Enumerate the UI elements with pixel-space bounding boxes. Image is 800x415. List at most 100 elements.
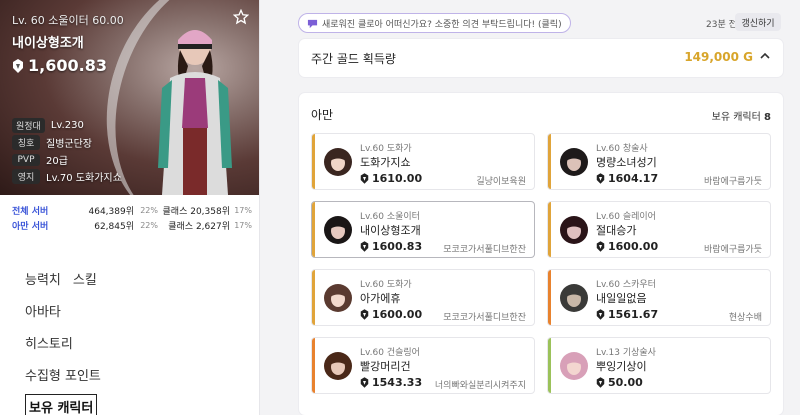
character-guild: 너의빠와실분리시켜주지 bbox=[434, 381, 526, 391]
info-value: Lv.70 도화가지쇼 bbox=[46, 173, 122, 184]
combat-power-icon bbox=[596, 309, 605, 320]
ranking-label: 아만 서버 bbox=[12, 222, 49, 232]
info-tag: 칭호 bbox=[12, 135, 40, 150]
server-ranking: 전체 서버 464,389위 22% 클래스 20,358위 17% 아만 서버… bbox=[12, 203, 252, 233]
character-card-accent bbox=[548, 270, 551, 325]
character-class-level: Lv.60 스카우터 bbox=[596, 280, 656, 290]
character-card-accent bbox=[548, 134, 551, 189]
character-name: 명량소녀성기 bbox=[596, 156, 657, 169]
character-class-level: Lv.13 기상술사 bbox=[596, 348, 656, 358]
owned-character-count: 보유 캐릭터 8 bbox=[712, 108, 771, 123]
character-avatar bbox=[560, 352, 588, 380]
character-profile-panel: Lv. 60 소울이터 60.00 내이상형조개 1,600.83 원정대 Lv… bbox=[0, 0, 260, 415]
character-name: 내이상형조개 bbox=[12, 36, 84, 51]
character-item-level: 1600.00 bbox=[596, 240, 658, 253]
character-hero-banner: Lv. 60 소울이터 60.00 내이상형조개 1,600.83 원정대 Lv… bbox=[0, 0, 259, 195]
combat-power-icon bbox=[13, 58, 23, 73]
character-item-level: 1561.67 bbox=[596, 308, 658, 321]
menu-item-stats[interactable]: 능력치 bbox=[25, 269, 61, 288]
weekly-gold-card[interactable]: 주간 골드 획득량 149,000 G bbox=[299, 39, 783, 77]
info-tag: 원정대 bbox=[12, 118, 45, 133]
character-card[interactable]: Lv.60 건슬링어 빨강머리건 1543.33 너의빠와실분리시켜주지 bbox=[311, 337, 535, 394]
info-row-pvp: PVP 20급 bbox=[12, 152, 68, 167]
character-item-level: 1600.83 bbox=[360, 240, 422, 253]
character-avatar bbox=[324, 284, 352, 312]
character-item-level: 1604.17 bbox=[596, 172, 658, 185]
character-card-accent bbox=[312, 270, 315, 325]
character-class-level: Lv.60 소울이터 bbox=[360, 212, 420, 222]
menu-item-label: 히스토리 bbox=[25, 336, 73, 352]
ranking-label: 전체 서버 bbox=[12, 207, 49, 217]
feedback-notice-text: 새로워진 클로아 어떠신가요? 소중한 의견 부탁드립니다! (클릭) bbox=[322, 19, 562, 30]
class-ranking-percent: 17% bbox=[234, 221, 252, 230]
character-name: 절대승가 bbox=[596, 224, 637, 237]
character-card[interactable]: Lv.60 창술사 명량소녀성기 1604.17 바람에구름가듯 bbox=[547, 133, 771, 190]
character-guild: 모코코가서풀디브한잔 bbox=[443, 245, 526, 255]
character-name: 아가에휴 bbox=[360, 292, 401, 305]
info-value: 20급 bbox=[46, 156, 68, 167]
ranking-percent: 22% bbox=[140, 206, 158, 215]
character-guild: 길냥이보육원 bbox=[476, 177, 526, 187]
ranking-value: 464,389위 bbox=[88, 207, 135, 217]
character-item-level: 50.00 bbox=[596, 376, 643, 389]
character-item-level-value: 50.00 bbox=[608, 376, 643, 389]
combat-power-icon bbox=[360, 173, 369, 184]
character-avatar bbox=[560, 148, 588, 176]
chevron-up-icon[interactable] bbox=[759, 50, 771, 62]
class-ranking-percent: 17% bbox=[234, 206, 252, 215]
character-guild: 모코코가서풀디브한잔 bbox=[443, 313, 526, 323]
combat-power-icon bbox=[360, 241, 369, 252]
info-row-expedition: 원정대 Lv.230 bbox=[12, 118, 84, 133]
menu-item-characters[interactable]: 보유 캐릭터 bbox=[25, 390, 245, 415]
character-avatar bbox=[324, 352, 352, 380]
combat-power-icon bbox=[360, 377, 369, 388]
info-tag: PVP bbox=[12, 153, 40, 166]
character-name: 내일일없음 bbox=[596, 292, 647, 305]
owned-count-label: 보유 캐릭터 bbox=[711, 112, 761, 123]
character-item-level-value: 1600.00 bbox=[608, 240, 659, 253]
feedback-notice-button[interactable]: 새로워진 클로아 어떠신가요? 소중한 의견 부탁드립니다! (클릭) bbox=[298, 13, 571, 33]
character-card-accent bbox=[548, 338, 551, 393]
character-item-level-value: 1604.17 bbox=[608, 172, 659, 185]
menu-item-collectibles[interactable]: 수집형 포인트 bbox=[25, 358, 245, 390]
character-card[interactable]: Lv.13 기상술사뿌잉기상이 50.00 bbox=[547, 337, 771, 394]
menu-item-label: 아바타 bbox=[25, 304, 61, 320]
character-item-level-value: 1610.00 bbox=[372, 172, 423, 185]
character-guild: 현상수배 bbox=[728, 313, 762, 323]
menu-item-history[interactable]: 히스토리 bbox=[25, 326, 245, 358]
character-avatar bbox=[560, 284, 588, 312]
menu-item-label: 보유 캐릭터 bbox=[25, 393, 98, 415]
character-item-level: 1600.00 bbox=[360, 308, 422, 321]
ranking-row-all: 전체 서버 464,389위 22% 클래스 20,358위 17% bbox=[12, 203, 252, 218]
combat-power-icon bbox=[360, 309, 369, 320]
menu-item-label: 수집형 포인트 bbox=[25, 368, 101, 384]
character-item-level-value: 1,600.83 bbox=[28, 56, 107, 75]
menu-item-skills[interactable]: 스킬 bbox=[73, 269, 97, 288]
character-level-class: Lv. 60 소울이터 60.00 bbox=[12, 14, 124, 27]
profile-menu: 능력치 스킬 아바타 히스토리 수집형 포인트 보유 캐릭터 bbox=[25, 262, 245, 415]
character-name: 도화가지쇼 bbox=[360, 156, 411, 169]
info-row-title: 칭호 질병군단장 bbox=[12, 135, 92, 150]
favorite-star-icon[interactable] bbox=[233, 9, 249, 25]
character-card[interactable]: Lv.60 도화가 아가에휴 1600.00 모코코가서풀디브한잔 bbox=[311, 269, 535, 326]
character-item-level: 1,600.83 bbox=[12, 56, 107, 75]
combat-power-icon bbox=[596, 173, 605, 184]
menu-row-stats-skills: 능력치 스킬 bbox=[25, 262, 245, 294]
weekly-gold-value: 149,000 G bbox=[684, 50, 753, 64]
character-card-accent bbox=[312, 338, 315, 393]
character-item-level: 1543.33 bbox=[360, 376, 422, 389]
ranking-percent: 22% bbox=[140, 221, 158, 230]
character-card[interactable]: Lv.60 스카우터내일일없음 1561.67 현상수배 bbox=[547, 269, 771, 326]
menu-item-avatar[interactable]: 아바타 bbox=[25, 294, 245, 326]
class-ranking-value: 클래스 2,627위 bbox=[168, 222, 230, 232]
combat-power-icon bbox=[596, 377, 605, 388]
character-name: 뿌잉기상이 bbox=[596, 360, 647, 373]
character-card[interactable]: Lv.60 소울이터내이상형조개 1600.83 모코코가서풀디브한잔 bbox=[311, 201, 535, 258]
character-card[interactable]: Lv.60 슬레이어 절대승가 1600.00 바람에구름가듯 bbox=[547, 201, 771, 258]
character-item-level-value: 1561.67 bbox=[608, 308, 659, 321]
refresh-button[interactable]: 갱신하기 bbox=[735, 13, 781, 31]
character-item-level-value: 1600.00 bbox=[372, 308, 423, 321]
character-card[interactable]: Lv.60 도화가 도화가지쇼 1610.00 길냥이보육원 bbox=[311, 133, 535, 190]
combat-power-icon bbox=[596, 241, 605, 252]
character-name: 내이상형조개 bbox=[360, 224, 421, 237]
